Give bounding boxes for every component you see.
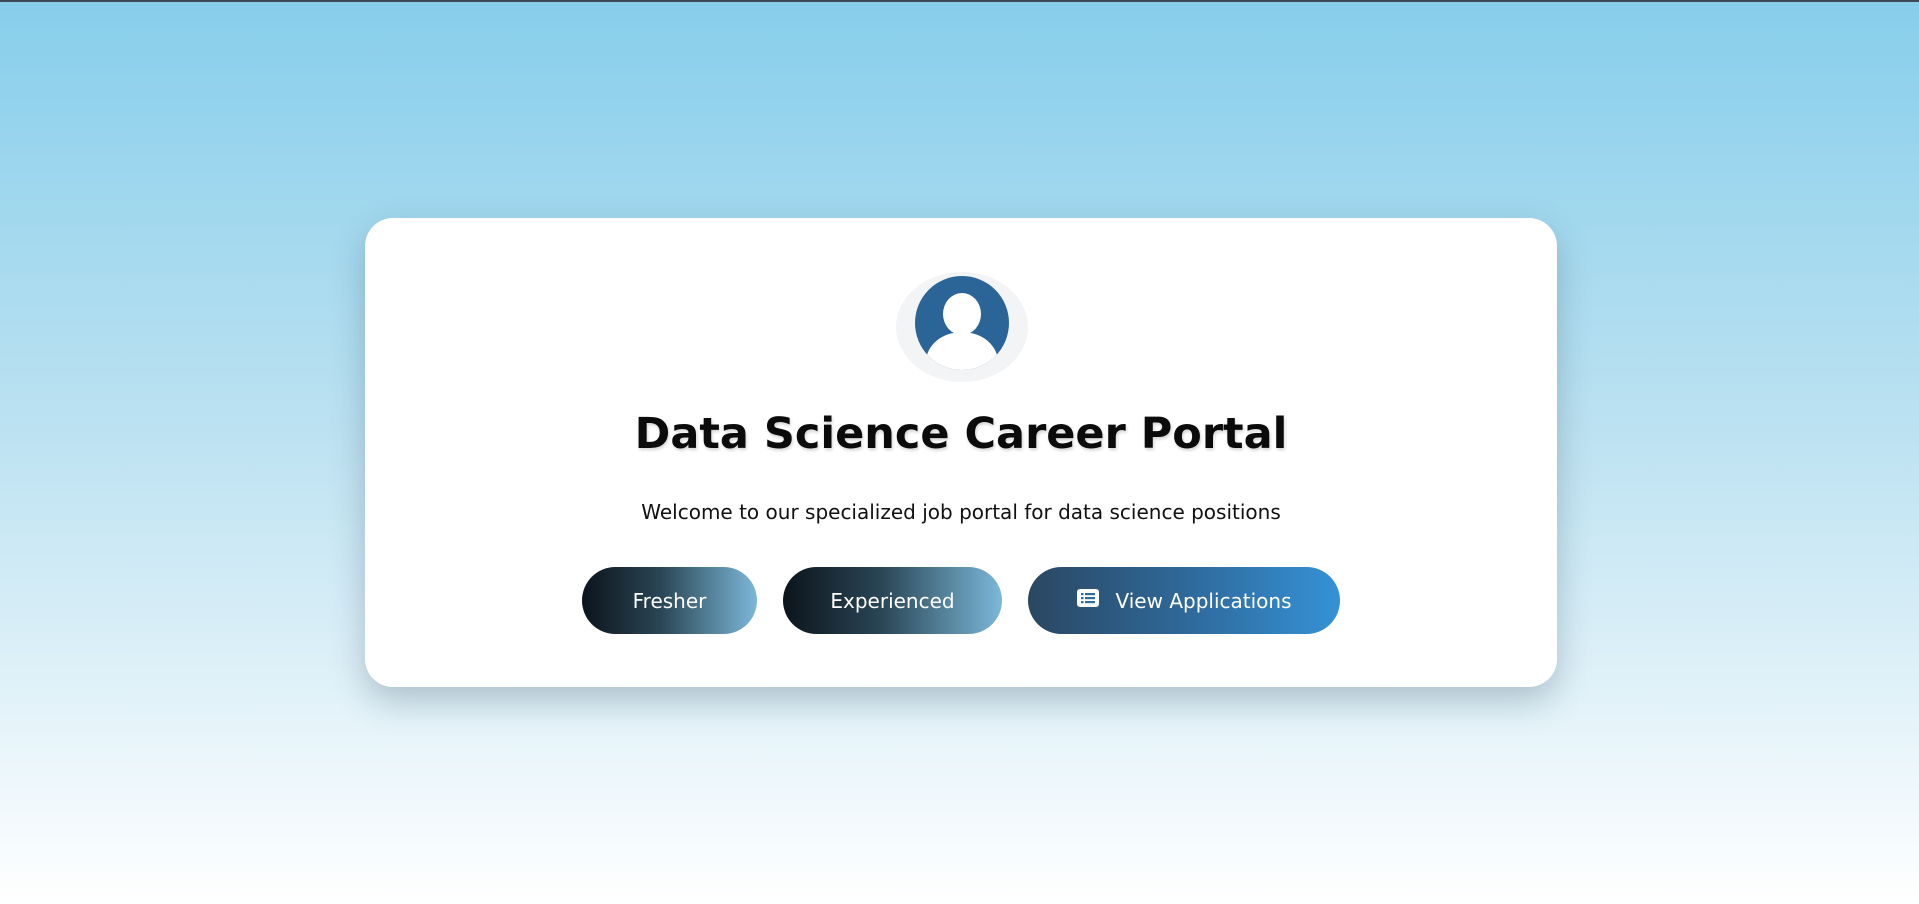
avatar-container bbox=[896, 272, 1028, 382]
page-title: Data Science Career Portal bbox=[634, 409, 1288, 459]
user-avatar-icon bbox=[915, 276, 1009, 370]
page-subtitle: Welcome to our specialized job portal fo… bbox=[641, 500, 1281, 524]
view-applications-button[interactable]: View Applications bbox=[1028, 567, 1340, 634]
fresher-button[interactable]: Fresher bbox=[582, 567, 757, 634]
avatar-head bbox=[943, 293, 981, 335]
avatar-shoulders bbox=[926, 332, 998, 370]
top-border bbox=[0, 0, 1919, 2]
portal-card: Data Science Career Portal Welcome to ou… bbox=[365, 218, 1557, 687]
experienced-button-label: Experienced bbox=[830, 588, 955, 613]
list-icon bbox=[1076, 588, 1099, 607]
experienced-button[interactable]: Experienced bbox=[783, 567, 1002, 634]
fresher-button-label: Fresher bbox=[632, 588, 707, 613]
view-applications-button-label: View Applications bbox=[1115, 588, 1292, 613]
